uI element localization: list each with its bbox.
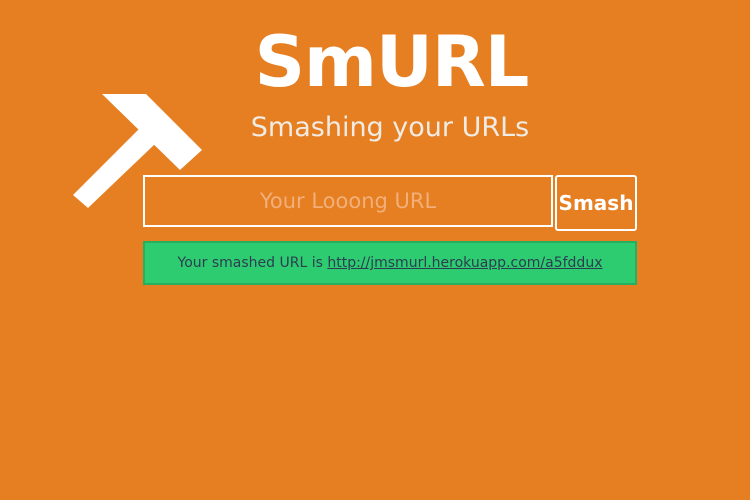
app-subtitle: Smashing your URLs: [250, 112, 530, 143]
page: SmURL Smashing your URLs Smash Your smas…: [0, 0, 750, 500]
url-input[interactable]: [143, 175, 553, 227]
result-alert: Your smashed URL is http://jmsmurl.herok…: [143, 241, 637, 285]
result-message: Your smashed URL is: [177, 255, 328, 271]
app-title: SmURL: [254, 21, 530, 103]
shorten-form: Smash: [143, 175, 637, 231]
short-url-link[interactable]: http://jmsmurl.herokuapp.com/a5fddux: [327, 255, 602, 271]
smash-button[interactable]: Smash: [555, 175, 637, 231]
